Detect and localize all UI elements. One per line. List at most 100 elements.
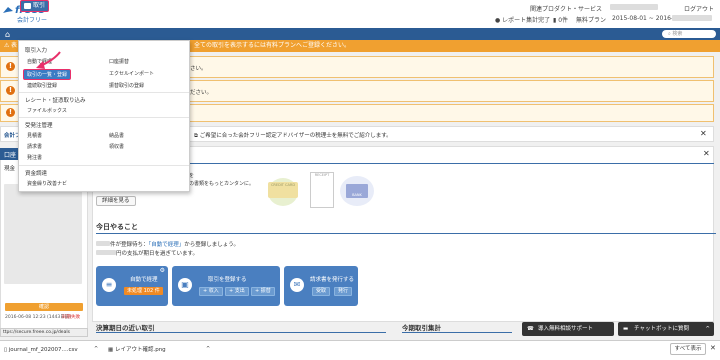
section-title-summary: 今期取引集計 [402, 324, 441, 332]
phone-support-label: 導入無料相談サポート [538, 326, 594, 332]
menu-item-purchase-order[interactable]: 発注書 [27, 154, 42, 161]
credit-card-illustration: CREDIT CARD [268, 182, 298, 198]
phone-support-button[interactable]: ☎ 導入無料相談サポート [522, 322, 614, 336]
section-title-deadline: 決算期日の近い取引 [96, 324, 155, 332]
error-icon: ! [6, 62, 15, 71]
notifications[interactable]: ▮ 0件 [553, 15, 568, 24]
menu-item-file-box[interactable]: ファイルボックス [27, 107, 67, 114]
warning-icon: ⚠ [4, 42, 10, 49]
menu-item-bulk-register[interactable]: 連続取引登録 [27, 82, 57, 89]
sync-error-link[interactable]: 同期失敗 [62, 314, 80, 320]
sidebar-header-label: 口座 [4, 152, 17, 159]
sidebar-status-button[interactable]: 確認 [5, 303, 83, 311]
intro-line-2: ての書類をもっとカンタンに。 [184, 181, 255, 187]
menu-item-receipt[interactable]: 領収書 [109, 143, 124, 150]
banner-text[interactable]: 全ての取引を表示するには有料プランへご登録ください。 [194, 40, 350, 52]
card-title: 自動で経理 [130, 277, 158, 283]
today-line1-suffix: から登録しましょう。 [184, 242, 239, 248]
dropdown-section-funding: 資金調達 [25, 171, 48, 177]
plan-label[interactable]: 無料プラン [576, 15, 606, 24]
dropdown-divider [19, 92, 189, 93]
close-icon[interactable]: ✕ [700, 129, 707, 138]
add-expense-button[interactable]: + 支出 [225, 287, 249, 296]
nav-item-accounts[interactable]: 口座 [139, 0, 160, 12]
advisor-text[interactable]: ⧉ ご希望に合った会計フリー認定アドバイザーの税理士を無料でご紹介します。 [194, 131, 392, 140]
nav-item-salary[interactable]: 給与 [172, 0, 193, 12]
menu-item-invoice[interactable]: 請求書 [27, 143, 42, 150]
home-icon[interactable]: ⌂ [5, 30, 10, 39]
download-item[interactable]: ▯ journal_mf_202007....csv [4, 344, 100, 356]
add-income-button[interactable]: + 収入 [199, 287, 223, 296]
card-title: 取引を登録する [208, 277, 247, 283]
download-item[interactable]: ▦ レイアウト確認.png [108, 344, 204, 356]
status-url: ttps://secure.freee.co.jp/deals [0, 328, 88, 337]
issue-invoice-card[interactable]: ✉ 請求書を発行する 受取 発行 [284, 266, 358, 306]
main-nav [0, 28, 720, 40]
nav-label: 給与 [181, 2, 194, 9]
auto-accounting-link[interactable]: 「自動で経理」 [149, 242, 185, 248]
nav-item-settlement[interactable]: 決算 [106, 0, 127, 12]
nav-item-settings[interactable]: ⚙ 設定 [208, 0, 227, 12]
chatbot-button[interactable]: ▬ チャットボットに質問 ^ [618, 322, 714, 336]
dropdown-section-receipts: レシート・証憑取り込み [25, 98, 86, 104]
details-button[interactable]: 詳細を見る [96, 196, 136, 206]
chevron-up-icon[interactable]: ^ [94, 346, 98, 352]
error-icon: ! [6, 108, 15, 117]
register-icon: ▣ [178, 278, 192, 292]
close-icon[interactable]: ✕ [710, 344, 716, 352]
unprocessed-badge[interactable]: 未処理 102 件 [124, 287, 163, 295]
gear-icon[interactable]: ⚙ [160, 267, 165, 274]
settlement-icon [106, 3, 113, 9]
add-transfer-button[interactable]: + 振替 [251, 287, 275, 296]
advisor-text-label: ご希望に合った会計フリー認定アドバイザーの税理士を無料でご紹介します。 [199, 133, 392, 139]
register-transaction-card[interactable]: ▣ 取引を登録する + 収入 + 支出 + 振替 [172, 266, 280, 306]
today-line-2: 円の支払が期日を過ぎています。 [96, 249, 198, 257]
auto-accounting-card[interactable]: ≡ 自動で経理 未処理 102 件 ⚙ [96, 266, 168, 306]
today-divider [96, 233, 716, 234]
menu-item-estimate[interactable]: 見積書 [27, 132, 42, 139]
nav-item-reports[interactable]: レポート [62, 0, 95, 12]
close-icon[interactable]: ✕ [703, 149, 710, 158]
menu-item-cashflow-navi[interactable]: 資金繰り改善ナビ [27, 180, 67, 187]
gear-icon: ⚙ [208, 2, 214, 9]
issue-invoice-button[interactable]: 発行 [334, 287, 353, 296]
chevron-up-icon[interactable]: ^ [206, 346, 210, 352]
today-title: 今日やること [96, 223, 138, 231]
menu-item-account-transfer[interactable]: 口座振替 [109, 58, 129, 65]
show-all-button[interactable]: すべて表示 [670, 343, 706, 355]
dropdown-divider [19, 165, 189, 166]
alert-text-2: ださい。 [190, 90, 213, 96]
nav-label: 設定 [215, 2, 228, 9]
related-products-link[interactable]: 関連プロダクト・サービス [530, 4, 602, 13]
receipt-illustration: RECEIPT [310, 172, 334, 208]
transaction-icon [24, 3, 31, 9]
menu-item-excel-import[interactable]: エクセルインポート [109, 70, 154, 77]
nav-label: 取引 [33, 2, 46, 9]
menu-item-delivery-note[interactable]: 納品書 [109, 132, 124, 139]
card-title: 請求書を発行する [310, 277, 355, 283]
logout-link[interactable]: ログアウト [684, 4, 714, 13]
account-icon [139, 3, 146, 9]
search-input[interactable]: ⌕ 検索 [662, 30, 716, 38]
count-blurred [96, 241, 110, 246]
notification-count: 0件 [558, 17, 569, 24]
report-status-text: レポート集計完了 [502, 17, 551, 24]
today-line1-prefix: 件が登録待ち： [110, 242, 149, 248]
alert-text-1: さい。 [190, 66, 207, 72]
logo-subtext: 会計フリー [17, 17, 48, 24]
section-divider-right [402, 332, 512, 333]
receive-invoice-button[interactable]: 受取 [312, 287, 331, 296]
company-name-blurred [610, 4, 658, 10]
dropdown-section-orders: 受発注管理 [25, 123, 53, 129]
nav-label: 口座 [148, 2, 161, 9]
today-line2-text: 円の支払が期日を過ぎています。 [116, 251, 198, 257]
user-name-blurred [672, 15, 712, 21]
phone-icon: ☎ [527, 326, 534, 332]
download-filename: journal_mf_202007....csv [8, 347, 78, 353]
error-icon: ! [6, 86, 15, 95]
nav-item-transactions[interactable]: 取引 [20, 0, 50, 12]
menu-item-transfer-register[interactable]: 振替取引の登録 [109, 82, 144, 89]
report-icon [62, 3, 69, 9]
chevron-up-icon: ^ [705, 326, 710, 332]
arrow-annotation-icon [36, 51, 61, 69]
